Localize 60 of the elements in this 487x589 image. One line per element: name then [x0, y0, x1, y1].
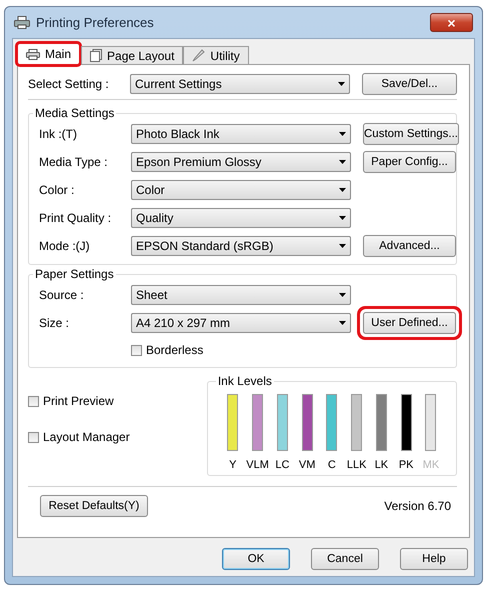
dialog-button[interactable]: Cancel: [311, 548, 379, 570]
field-label: Media Type :: [39, 155, 108, 169]
checkbox-label: Print Preview: [43, 394, 114, 408]
dropdown-arrow-icon: [338, 82, 345, 86]
ink-label: VM: [298, 459, 316, 471]
close-button[interactable]: ×: [430, 13, 473, 32]
field-label: Mode :(J): [39, 239, 91, 253]
tab[interactable]: Main: [17, 43, 80, 65]
dropdown[interactable]: Quality: [131, 208, 351, 228]
dropdown[interactable]: Sheet: [131, 285, 351, 305]
save-button[interactable]: Save/Del...: [362, 73, 457, 95]
page-icon: [90, 49, 102, 62]
tab[interactable]: Page Layout: [81, 46, 184, 65]
dropdown-arrow-icon: [339, 244, 346, 248]
settings-button[interactable]: Custom Settings...: [363, 123, 459, 145]
settings-button[interactable]: Advanced...: [363, 235, 456, 257]
checkbox-label: Layout Manager: [43, 430, 130, 444]
dropdown[interactable]: Epson Premium Glossy: [131, 152, 351, 172]
field-label: Ink :(T): [39, 127, 78, 141]
dropdown-arrow-icon: [339, 293, 346, 297]
dialog-button[interactable]: Help: [400, 548, 468, 570]
field-label: Size :: [39, 316, 70, 330]
ink-label: LK: [374, 459, 388, 471]
printer-icon: [26, 48, 40, 60]
checkbox[interactable]: [28, 396, 39, 406]
window-title: Printing Preferences: [36, 15, 155, 30]
ink-label: PK: [398, 459, 414, 471]
tab[interactable]: Utility: [183, 46, 249, 65]
dropdown[interactable]: Photo Black Ink: [131, 124, 351, 144]
field-label: Color :: [39, 183, 76, 197]
ink-label: Y: [229, 459, 236, 471]
pencil-icon: [192, 49, 206, 62]
field-label: Select Setting :: [28, 77, 110, 91]
ink-label: VLM: [246, 459, 269, 471]
checkbox[interactable]: [131, 344, 142, 356]
dropdown-arrow-icon: [339, 216, 346, 220]
ink-label: C: [328, 459, 336, 471]
reset-button[interactable]: Reset Defaults(Y): [40, 495, 148, 517]
checkbox[interactable]: [28, 432, 39, 442]
printer-icon: [14, 16, 30, 29]
ink-label: MK: [422, 459, 440, 471]
dropdown[interactable]: A4 210 x 297 mm: [131, 313, 351, 333]
field-label: Print Quality :: [39, 211, 112, 225]
dropdown[interactable]: Color: [131, 180, 351, 200]
checkbox-label: Borderless: [146, 343, 204, 357]
ink-label: LLK: [346, 459, 366, 471]
dropdown[interactable]: EPSON Standard (sRGB): [131, 236, 351, 256]
version-text: Version 6.70: [384, 499, 451, 513]
group-title: Paper Settings: [34, 267, 115, 281]
dropdown-arrow-icon: [339, 188, 346, 192]
settings-button[interactable]: Paper Config...: [363, 151, 456, 173]
dropdown-arrow-icon: [339, 132, 346, 136]
group-title: Ink Levels: [216, 374, 273, 388]
field-label: Source :: [39, 288, 85, 302]
dropdown-arrow-icon: [339, 160, 346, 164]
ink-label: LC: [275, 459, 290, 471]
dropdown-arrow-icon: [339, 321, 346, 325]
group-title: Media Settings: [34, 106, 116, 120]
dropdown[interactable]: Current Settings: [130, 74, 350, 94]
dialog-button[interactable]: OK: [222, 548, 290, 570]
